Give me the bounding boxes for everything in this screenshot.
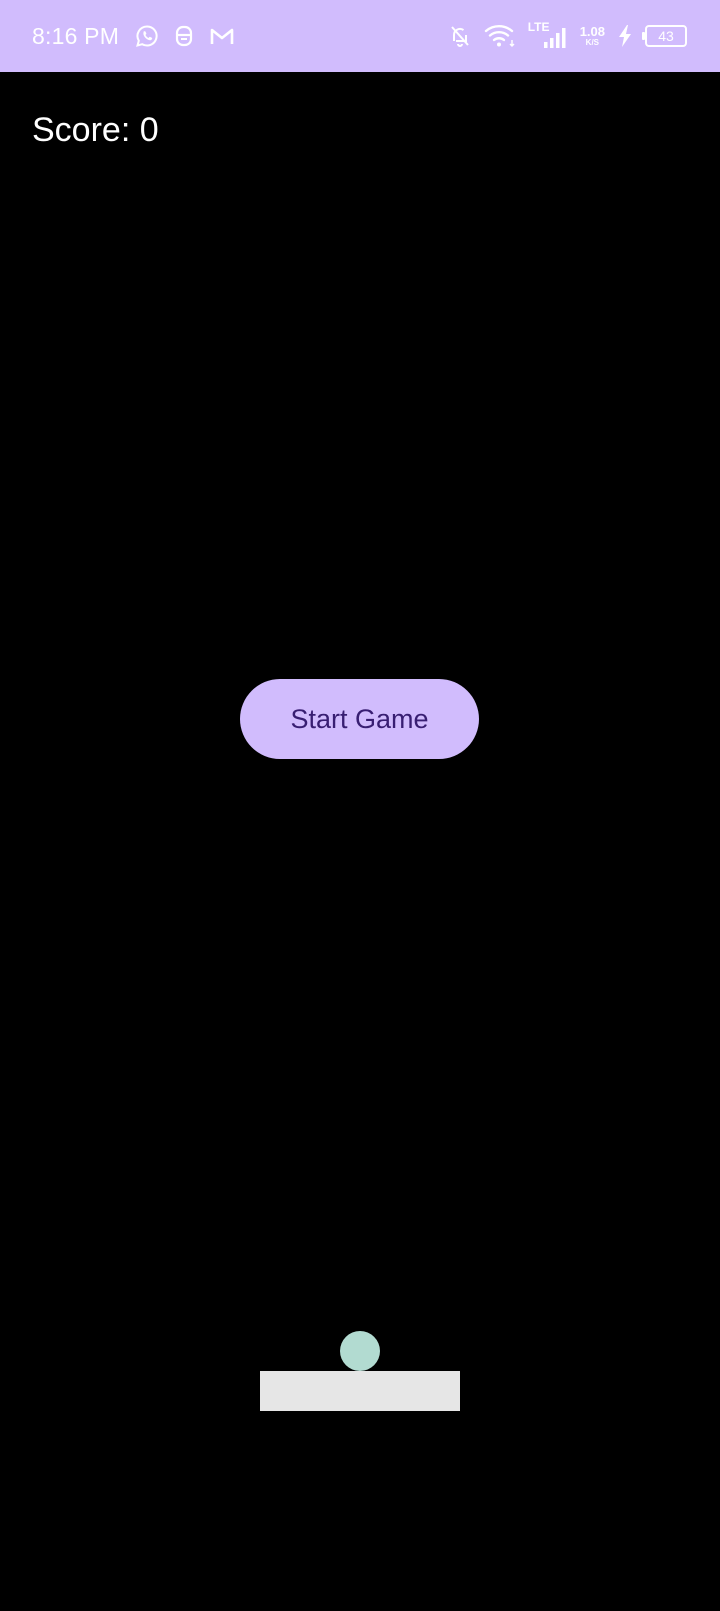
whatsapp-icon (135, 24, 159, 48)
paddle[interactable] (260, 1371, 460, 1411)
wifi-icon (484, 23, 516, 49)
ball (340, 1331, 380, 1371)
notifications-off-icon (448, 24, 472, 48)
status-time: 8:16 PM (32, 22, 120, 49)
battery-icon: 43 (642, 25, 687, 47)
battery-level: 43 (658, 28, 674, 44)
status-bar: 8:16 PM LTE 1.08 K/S 43 (0, 0, 720, 72)
charging-icon (617, 24, 633, 48)
network-speed: 1.08 K/S (580, 25, 605, 47)
status-bar-left: 8:16 PM (32, 0, 235, 72)
gmail-icon (209, 25, 235, 47)
status-bar-right: LTE 1.08 K/S 43 (448, 0, 687, 72)
network-speed-unit: K/S (585, 38, 600, 47)
lte-signal-indicator: LTE (528, 20, 568, 50)
start-game-button[interactable]: Start Game (240, 679, 479, 759)
game-screen: 8:16 PM LTE 1.08 K/S 43 Score: 0 Start G… (0, 0, 720, 1611)
score-label: Score: 0 (32, 111, 159, 149)
network-speed-value: 1.08 (579, 24, 605, 39)
signal-icon (543, 28, 566, 48)
app-notification-icon (173, 24, 195, 48)
